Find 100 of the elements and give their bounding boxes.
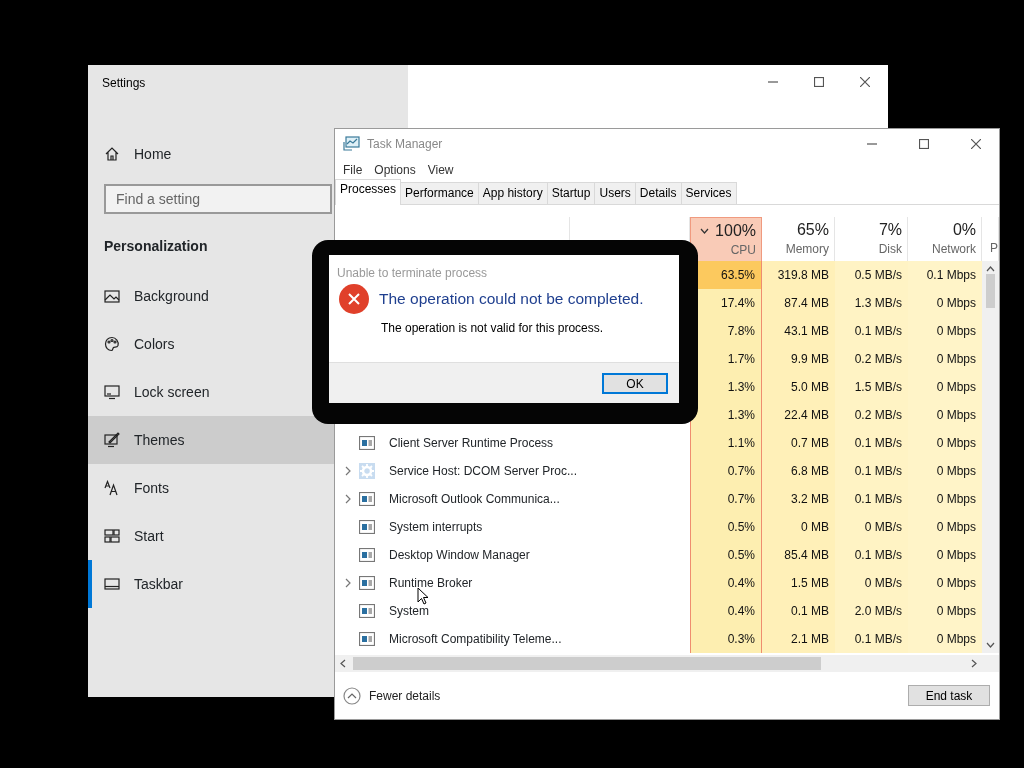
table-cell: 1.1% (690, 429, 762, 457)
tab[interactable]: Details (634, 182, 682, 204)
process-name[interactable]: System (389, 602, 429, 620)
table-cell: 0 Mbps (908, 597, 982, 625)
home-icon (104, 146, 120, 162)
search-field[interactable]: Find a setting (104, 184, 332, 214)
ok-button[interactable]: OK (602, 372, 668, 394)
table-cell: 85.4 MB (762, 541, 835, 569)
sidebar-item[interactable]: Fonts (88, 464, 334, 512)
table-cell: 0.7 MB (762, 429, 835, 457)
fewer-details-link[interactable]: Fewer details (343, 686, 441, 705)
monitor-chart-icon (343, 136, 361, 152)
window-icon (359, 632, 375, 646)
tab[interactable]: App history (477, 182, 548, 204)
window-icon (359, 548, 375, 562)
table-cell: 0 MB/s (835, 513, 908, 541)
table-cell: 22.4 MB (762, 401, 835, 429)
menu-item[interactable]: Options (368, 161, 422, 179)
scroll-left-icon (340, 659, 346, 668)
table-cell: 0.4% (690, 569, 762, 597)
error-icon (339, 284, 369, 314)
table-cell: 319.8 MB (762, 261, 835, 289)
table-cell: 0.5% (690, 513, 762, 541)
process-name[interactable]: Desktop Window Manager (389, 546, 530, 564)
table-cell: 0.1 Mbps (908, 261, 982, 289)
table-cell: 0 Mbps (908, 345, 982, 373)
table-cell: 3.2 MB (762, 485, 835, 513)
process-name[interactable]: Microsoft Compatibility Teleme... (389, 630, 562, 648)
table-cell: 2.0 MB/s (835, 597, 908, 625)
chevron-right-icon[interactable] (343, 578, 353, 588)
dialog-title: Unable to terminate process (336, 265, 489, 282)
sidebar-item[interactable]: Start (88, 512, 334, 560)
scrollbar-thumb[interactable] (353, 657, 821, 670)
sidebar-item[interactable]: Background (88, 272, 334, 320)
table-cell: 0.5 MB/s (835, 261, 908, 289)
close-icon[interactable] (860, 77, 870, 87)
sidebar-item[interactable]: Lock screen (88, 368, 334, 416)
process-name[interactable]: Service Host: DCOM Server Proc... (389, 462, 578, 480)
table-cell: 0.2 MB/s (835, 401, 908, 429)
gear-icon (359, 463, 375, 479)
maximize-icon[interactable] (814, 77, 824, 87)
table-cell: 87.4 MB (762, 289, 835, 317)
table-cell: 0.1 MB/s (835, 541, 908, 569)
table-cell: 0 Mbps (908, 569, 982, 597)
table-cell: 0.7% (690, 485, 762, 513)
chevron-right-icon[interactable] (343, 466, 353, 476)
table-cell: 0.4% (690, 597, 762, 625)
fonts-icon (104, 480, 120, 496)
table-cell: 0.1 MB/s (835, 485, 908, 513)
process-name[interactable]: Microsoft Outlook Communica... (389, 490, 560, 508)
window-icon (359, 604, 375, 618)
table-cell: 0.1 MB (762, 597, 835, 625)
table-cell: 0.7% (690, 457, 762, 485)
monitor-icon (104, 384, 120, 400)
table-cell: 0.1 MB/s (835, 317, 908, 345)
horizontal-scrollbar[interactable] (335, 655, 999, 672)
monitor-pen-icon (104, 432, 120, 448)
table-cell: 0 Mbps (908, 541, 982, 569)
table-cell: 0 Mbps (908, 401, 982, 429)
menu-item[interactable]: File (337, 161, 369, 179)
menu-item[interactable]: View (421, 161, 460, 179)
table-cell: 1.5 MB/s (835, 373, 908, 401)
table-cell: 5.0 MB (762, 373, 835, 401)
table-cell: 0.5% (690, 541, 762, 569)
close-icon[interactable] (971, 139, 981, 149)
process-name[interactable]: System interrupts (389, 518, 483, 536)
window-icon (359, 576, 375, 590)
tab[interactable]: Startup (546, 182, 596, 204)
table-cell: 0 Mbps (908, 457, 982, 485)
table-cell: 2.1 MB (762, 625, 835, 653)
table-cell: 9.9 MB (762, 345, 835, 373)
process-name[interactable]: Runtime Broker (389, 574, 473, 592)
process-name[interactable]: Client Server Runtime Process (389, 434, 554, 452)
table-cell: 0.3% (690, 625, 762, 653)
table-cell: 0 Mbps (908, 485, 982, 513)
tab[interactable]: Processes (335, 179, 402, 205)
vertical-scrollbar[interactable] (982, 261, 999, 653)
table-cell: 0 Mbps (908, 373, 982, 401)
window-icon (359, 492, 375, 506)
table-cell: 0 MB (762, 513, 835, 541)
tab[interactable]: Services (680, 182, 737, 204)
table-cell: 6.8 MB (762, 457, 835, 485)
maximize-icon[interactable] (919, 139, 929, 149)
sidebar-item[interactable]: Taskbar (88, 560, 334, 608)
end-task-button[interactable]: End task (908, 685, 990, 706)
column-header[interactable]: 100% CPU (690, 217, 762, 261)
table-cell: 0.2 MB/s (835, 345, 908, 373)
sidebar-item[interactable]: Themes (88, 416, 334, 464)
home-link[interactable]: Home (134, 143, 172, 165)
tab[interactable]: Users (594, 182, 636, 204)
window-icon (359, 520, 375, 534)
table-cell: 1.5 MB (762, 569, 835, 597)
palette-icon (104, 336, 120, 352)
sidebar-item[interactable]: Colors (88, 320, 334, 368)
table-cell: 0 Mbps (908, 513, 982, 541)
scrollbar-thumb[interactable] (986, 274, 995, 308)
sort-caret-icon (700, 227, 710, 234)
chevron-right-icon[interactable] (343, 494, 353, 504)
tab[interactable]: Performance (400, 182, 479, 204)
table-cell: 1.3 MB/s (835, 289, 908, 317)
